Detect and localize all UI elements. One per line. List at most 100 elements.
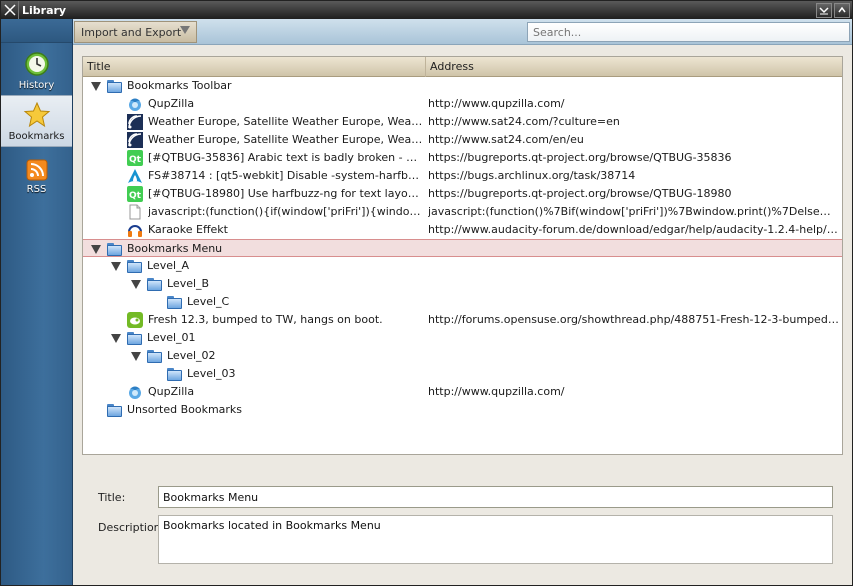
qt-icon: Qt (127, 150, 143, 166)
search-input[interactable] (527, 22, 850, 42)
audacity-icon (127, 222, 143, 238)
tree-bookmark-row[interactable]: QupZilla http://www.qupzilla.com/ (83, 383, 842, 401)
row-title: QupZilla (148, 385, 195, 398)
sidebar-item-label: History (18, 80, 55, 91)
tree-folder-row[interactable]: Unsorted Bookmarks (83, 401, 842, 419)
history-clock-icon (24, 52, 49, 76)
folder-icon (107, 79, 122, 93)
title-cell: Qt [#QTBUG-35836] Arabic text is badly br… (111, 149, 423, 167)
row-title: Level_B (167, 277, 210, 290)
row-title: [#QTBUG-18980] Use harfbuzz-ng for text … (148, 187, 423, 200)
title-label: Title: (98, 491, 126, 504)
expand-arrow-icon[interactable] (91, 244, 101, 254)
row-title: Weather Europe, Satellite Weather Europe… (148, 133, 423, 146)
folder-icon (167, 367, 182, 381)
expand-arrow-icon[interactable] (131, 279, 141, 289)
tree-rows: Bookmarks Toolbar QupZilla http://www.qupz… (83, 77, 842, 419)
tree-folder-row[interactable]: Bookmarks Toolbar (83, 77, 842, 95)
expand-arrow-icon[interactable] (111, 261, 121, 271)
title-cell: Bookmarks Menu (91, 240, 423, 258)
tree-folder-row[interactable]: Bookmarks Menu (83, 239, 842, 257)
tree-folder-row[interactable]: Level_A (83, 257, 842, 275)
rss-feed-icon (26, 159, 47, 181)
sidebar-item-bookmarks[interactable]: Bookmarks (1, 95, 72, 147)
row-title: Unsorted Bookmarks (127, 403, 243, 416)
title-cell: javascript:(function(){if(window['priFri… (111, 203, 423, 221)
row-title: Bookmarks Toolbar (127, 79, 232, 92)
row-title: Level_01 (147, 331, 196, 344)
tree-header: Title Address (83, 57, 842, 77)
description-textarea[interactable]: Bookmarks located in Bookmarks Menu (158, 515, 833, 564)
row-address: https://bugreports.qt-project.org/browse… (428, 187, 732, 200)
qt-icon: Qt (127, 186, 143, 202)
title-cell: QupZilla (111, 95, 423, 113)
sidebar-header (1, 19, 72, 43)
tree-bookmark-row[interactable]: Weather Europe, Satellite Weather Europe… (83, 113, 842, 131)
bookmarks-tree[interactable]: Title Address Bookmarks Toolbar QupZilla h… (82, 56, 843, 455)
folder-icon (107, 403, 122, 417)
folder-icon (147, 277, 162, 291)
title-cell: Unsorted Bookmarks (91, 401, 423, 419)
folder-icon (107, 242, 122, 256)
tree-bookmark-row[interactable]: FS#38714 : [qt5-webkit] Disable -system-… (83, 167, 842, 185)
tree-bookmark-row[interactable]: QupZilla http://www.qupzilla.com/ (83, 95, 842, 113)
title-cell: QupZilla (111, 383, 423, 401)
tree-folder-row[interactable]: Level_B (83, 275, 842, 293)
expand-arrow-icon[interactable] (131, 351, 141, 361)
row-title: Level_03 (187, 367, 236, 380)
title-cell: Karaoke Effekt (111, 221, 423, 239)
tree-bookmark-row[interactable]: Qt [#QTBUG-18980] Use harfbuzz-ng for tex… (83, 185, 842, 203)
row-address: http://www.qupzilla.com/ (428, 385, 565, 398)
expand-arrow-icon[interactable] (111, 333, 121, 343)
row-address: https://bugreports.qt-project.org/browse… (428, 151, 732, 164)
tree-folder-row[interactable]: Level_03 (83, 365, 842, 383)
column-header-title[interactable]: Title (83, 57, 426, 77)
svg-text:Qt: Qt (129, 155, 142, 165)
column-header-address[interactable]: Address (426, 57, 474, 77)
toolbar: Import and Export (73, 19, 852, 45)
sat24-icon (127, 114, 143, 130)
row-title: QupZilla (148, 97, 195, 110)
qupzilla-icon (127, 384, 143, 400)
row-address: javascript:(function()%7Bif(window['priF… (428, 205, 840, 218)
archlinux-icon (127, 168, 143, 184)
title-input[interactable] (158, 486, 833, 508)
maximize-button[interactable] (834, 2, 850, 18)
title-cell: Weather Europe, Satellite Weather Europe… (111, 131, 423, 149)
tree-bookmark-row[interactable]: Fresh 12.3, bumped to TW, hangs on boot.… (83, 311, 842, 329)
folder-icon (147, 349, 162, 363)
sidebar-item-history[interactable]: History (1, 43, 72, 95)
row-title: Bookmarks Menu (127, 242, 223, 255)
bookmark-star-icon (23, 102, 50, 128)
menu-button[interactable] (816, 2, 832, 18)
title-cell: Level_01 (111, 329, 423, 347)
row-address: https://bugs.archlinux.org/task/38714 (428, 169, 636, 182)
title-cell: Level_02 (131, 347, 423, 365)
close-icon (3, 4, 16, 16)
tree-folder-row[interactable]: Level_02 (83, 347, 842, 365)
qupzilla-icon (127, 96, 143, 112)
import-export-button[interactable]: Import and Export (74, 21, 197, 43)
folder-icon (127, 259, 142, 273)
tree-folder-row[interactable]: Level_C (83, 293, 842, 311)
sidebar: History Bookmarks RSS (1, 19, 73, 585)
title-cell: Level_03 (151, 365, 423, 383)
sidebar-item-rss[interactable]: RSS (1, 147, 72, 199)
title-cell: FS#38714 : [qt5-webkit] Disable -system-… (111, 167, 423, 185)
tree-folder-row[interactable]: Level_01 (83, 329, 842, 347)
dropdown-arrow-icon (180, 26, 190, 34)
svg-text:Qt: Qt (129, 191, 142, 201)
close-window-button[interactable] (1, 1, 19, 19)
row-title: Level_02 (167, 349, 216, 362)
expand-arrow-icon[interactable] (91, 81, 101, 91)
tree-bookmark-row[interactable]: javascript:(function(){if(window['priFri… (83, 203, 842, 221)
title-cell: Fresh 12.3, bumped to TW, hangs on boot. (111, 311, 423, 329)
row-title: [#QTBUG-35836] Arabic text is badly brok… (148, 151, 423, 164)
tree-bookmark-row[interactable]: Weather Europe, Satellite Weather Europe… (83, 131, 842, 149)
chevron-down-icon (819, 7, 829, 15)
row-title: Fresh 12.3, bumped to TW, hangs on boot. (148, 313, 383, 326)
tree-bookmark-row[interactable]: Karaoke Effekt http://www.audacity-forum.… (83, 221, 842, 239)
description-label: Description (98, 521, 161, 534)
tree-bookmark-row[interactable]: Qt [#QTBUG-35836] Arabic text is badly br… (83, 149, 842, 167)
title-cell: Weather Europe, Satellite Weather Europe… (111, 113, 423, 131)
